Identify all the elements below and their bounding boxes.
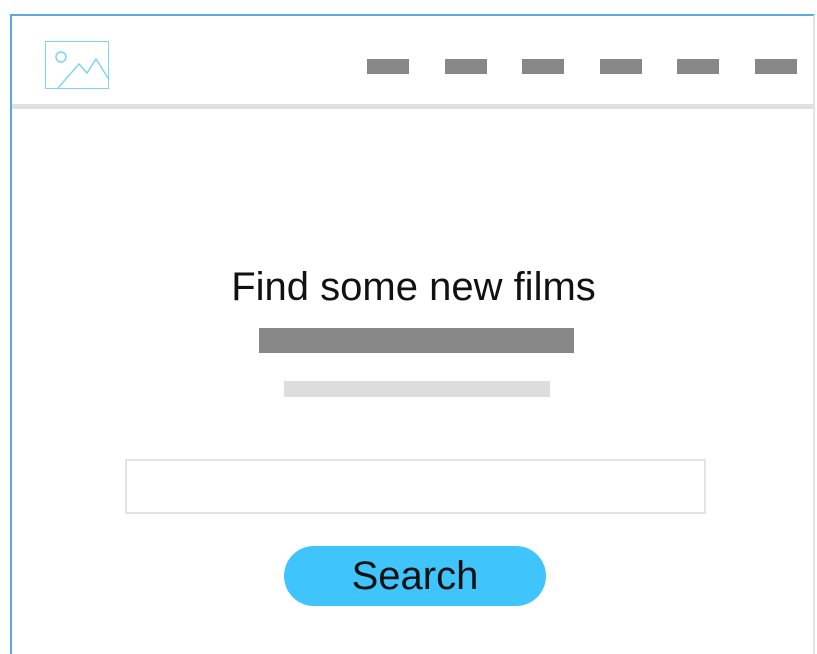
nav-item-3[interactable] [522, 59, 564, 74]
page-frame: Find some new films Search [10, 14, 815, 654]
search-input[interactable] [125, 459, 706, 514]
hero-title: Find some new films [231, 265, 596, 309]
subtitle-placeholder [259, 328, 574, 353]
image-placeholder-icon [55, 51, 108, 88]
nav-item-6[interactable] [755, 59, 797, 74]
logo-image-placeholder-icon[interactable] [45, 41, 109, 89]
nav-item-4[interactable] [600, 59, 642, 74]
nav-item-1[interactable] [367, 59, 409, 74]
description-placeholder [284, 381, 550, 397]
header-divider [12, 104, 813, 109]
nav-item-5[interactable] [677, 59, 719, 74]
nav-item-2[interactable] [445, 59, 487, 74]
search-button[interactable]: Search [284, 546, 546, 606]
